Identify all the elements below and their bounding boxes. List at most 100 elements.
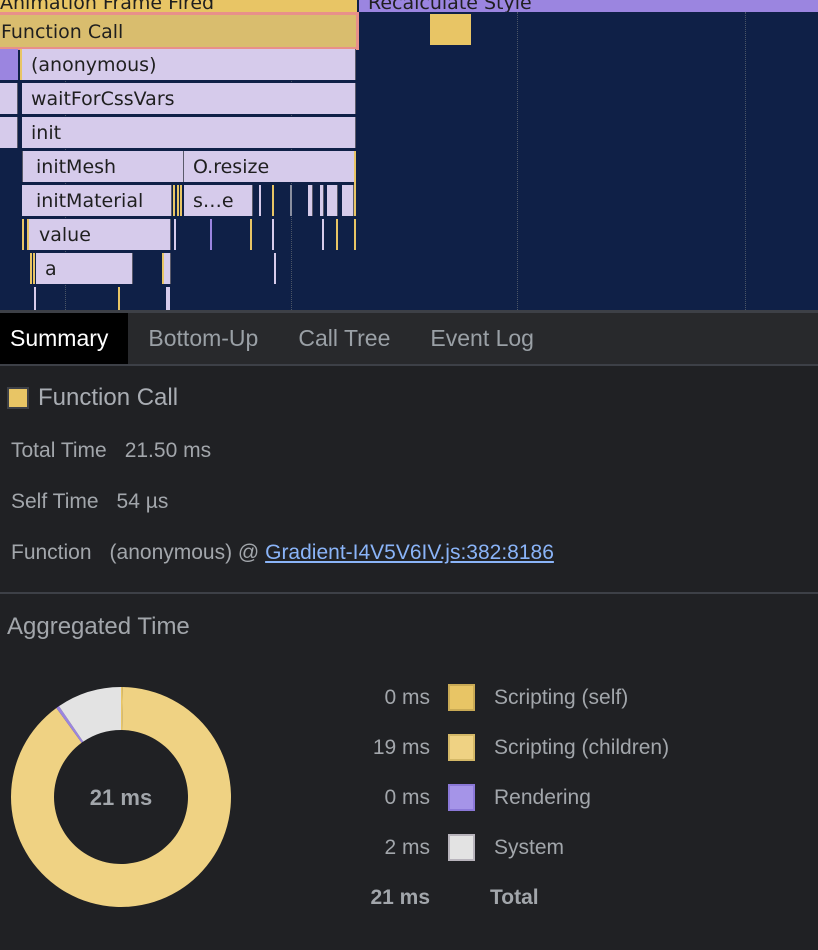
category-color-swatch [7, 387, 29, 409]
bar-label: s…e [193, 190, 234, 212]
self-time-value: 54 µs [116, 490, 169, 513]
legend-row-system: 2 ms System [340, 826, 760, 870]
bar-label: a [45, 258, 57, 280]
tab-event-log[interactable]: Event Log [410, 313, 554, 364]
legend-label: Scripting (children) [494, 736, 670, 759]
flame-bar-value[interactable]: value [29, 219, 171, 250]
bar-label: O.resize [193, 156, 270, 178]
bar-label: initMesh [36, 156, 117, 178]
flame-tick [177, 185, 179, 216]
legend-swatch [448, 684, 475, 711]
flame-tick [272, 219, 274, 250]
flame-bar-O-resize[interactable]: O.resize [184, 151, 355, 182]
function-name: (anonymous) @ [109, 541, 260, 564]
flame-bar-recalculate-style[interactable]: Recalculate Style [359, 0, 818, 12]
source-link[interactable]: Gradient-I4V5V6IV.js:382:8186 [265, 541, 554, 564]
flame-bar-initMesh[interactable]: initMesh [22, 151, 184, 182]
aggregated-time-donut-chart: 21 ms [10, 687, 231, 907]
flame-tick [290, 185, 292, 216]
flame-bar-small[interactable] [342, 185, 354, 216]
flame-tick [259, 185, 261, 216]
flame-tick [354, 219, 356, 250]
function-row: Function (anonymous) @ Gradient-I4V5V6IV.… [11, 541, 554, 565]
flame-tick [354, 151, 356, 216]
total-time-value: 21.50 ms [124, 439, 212, 462]
bar-label: value [39, 224, 91, 246]
legend-label: System [494, 836, 565, 859]
flame-tick [118, 287, 120, 310]
flame-bar-function-call-selected[interactable]: Function Call [0, 12, 359, 50]
legend-value: 0 ms [384, 686, 430, 709]
flame-tick [33, 253, 35, 284]
flame-tick [210, 219, 212, 250]
flame-tick [173, 185, 175, 216]
self-time-label: Self Time [11, 490, 99, 513]
function-label: Function [11, 541, 92, 564]
flame-tick [322, 219, 324, 250]
flame-bar-waitForCssVars[interactable]: waitForCssVars [22, 83, 356, 114]
total-time-label: Total Time [11, 439, 107, 462]
legend-row-scripting-self: 0 ms Scripting (self) [340, 676, 760, 720]
flame-bar-stub[interactable] [0, 117, 18, 148]
flame-tick [250, 219, 252, 250]
legend-label: Rendering [494, 786, 591, 809]
legend-row-scripting-children: 19 ms Scripting (children) [340, 726, 760, 770]
flame-tick [30, 253, 32, 284]
legend-swatch [448, 784, 475, 811]
bar-label: init [31, 122, 62, 144]
bar-label: initMaterial [36, 190, 144, 212]
aggregated-time-title: Aggregated Time [7, 613, 190, 640]
bar-label: Recalculate Style [368, 0, 532, 12]
bar-label: (anonymous) [31, 54, 157, 76]
flame-tick [27, 219, 29, 250]
flame-bar-small[interactable] [164, 253, 171, 284]
grid-line [745, 12, 746, 310]
legend-value: 2 ms [384, 836, 430, 859]
legend-label: Scripting (self) [494, 686, 629, 709]
legend-swatch [448, 734, 475, 761]
flame-tick [22, 219, 24, 250]
total-time-row: Total Time 21.50 ms [11, 439, 211, 463]
flame-tick [34, 287, 36, 310]
summary-title: Function Call [38, 384, 179, 411]
details-tab-bar: Summary Bottom-Up Call Tree Event Log [0, 310, 818, 366]
bar-label: Function Call [1, 21, 124, 43]
flame-bar-stub[interactable] [0, 49, 18, 80]
summary-panel: Function Call Total Time 21.50 ms Self Ti… [0, 366, 818, 592]
legend-total-value: 21 ms [370, 886, 430, 909]
legend-row-rendering: 0 ms Rendering [340, 776, 760, 820]
flame-bar-init[interactable]: init [22, 117, 356, 148]
legend-swatch [448, 834, 475, 861]
section-divider [0, 592, 818, 594]
flame-bar-animation-frame-fired[interactable]: Animation Frame Fired [0, 0, 357, 12]
flame-bar-anonymous[interactable]: (anonymous) [22, 49, 356, 80]
tab-bottom-up[interactable]: Bottom-Up [128, 313, 278, 364]
flame-bar-small[interactable] [327, 185, 338, 216]
flame-tick [274, 253, 276, 284]
flame-bar-initMaterial[interactable]: initMaterial [22, 185, 172, 216]
flame-bar-a[interactable]: a [36, 253, 133, 284]
flame-bar-s-e[interactable]: s…e [184, 185, 253, 216]
flame-bar-function-call[interactable] [430, 14, 471, 45]
bar-label: waitForCssVars [31, 88, 175, 110]
legend-total-label: Total [490, 886, 539, 909]
legend-value: 0 ms [384, 786, 430, 809]
tab-call-tree[interactable]: Call Tree [278, 313, 410, 364]
flame-tick [166, 287, 170, 310]
legend-row-total: 21 ms Total [340, 876, 760, 920]
tab-summary[interactable]: Summary [0, 313, 129, 364]
flame-bar-small[interactable] [320, 185, 324, 216]
bar-label: Animation Frame Fired [0, 0, 215, 12]
flame-tick [272, 185, 274, 216]
grid-line [517, 12, 518, 310]
flame-tick [180, 185, 182, 216]
donut-center-label: 21 ms [90, 785, 152, 810]
flame-tick [174, 219, 176, 250]
flame-tick [336, 219, 338, 250]
self-time-row: Self Time 54 µs [11, 490, 168, 514]
legend-value: 19 ms [372, 736, 430, 759]
flame-chart[interactable]: Animation Frame Fired Recalculate Style … [0, 0, 818, 310]
summary-title-row: Function Call [7, 384, 178, 412]
flame-bar-stub[interactable] [0, 83, 18, 114]
flame-bar-small[interactable] [308, 185, 313, 216]
